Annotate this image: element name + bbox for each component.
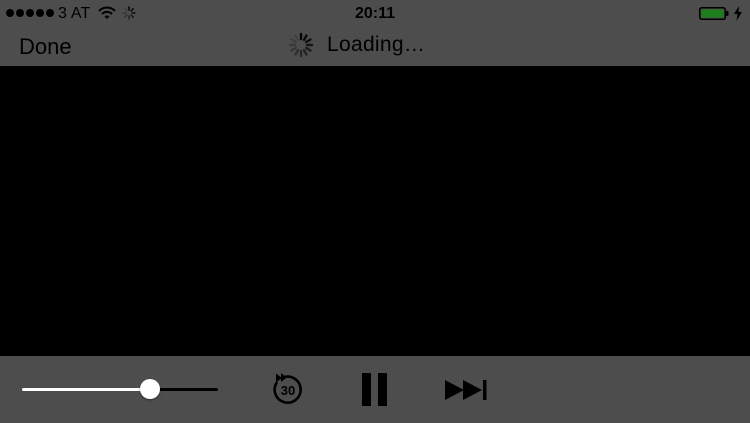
battery-icon: [699, 7, 729, 20]
video-area[interactable]: [0, 66, 750, 356]
loading-indicator: Loading…: [288, 30, 425, 60]
done-button[interactable]: Done: [19, 34, 72, 60]
next-track-button[interactable]: [444, 378, 490, 402]
top-bar: 3 AT 20:11 Done Loading…: [0, 0, 750, 66]
skip-back-button[interactable]: 30: [270, 372, 306, 408]
pause-button[interactable]: [361, 373, 389, 407]
charging-bolt-icon: [734, 6, 742, 21]
volume-thumb[interactable]: [139, 379, 160, 399]
pause-icon: [362, 373, 371, 406]
next-track-icon: [445, 380, 487, 400]
volume-slider[interactable]: [22, 377, 218, 401]
status-time: 20:11: [354, 5, 396, 22]
playback-controls: 30: [0, 356, 750, 423]
status-bar: 3 AT 20:11: [0, 0, 750, 28]
navigation-bar: Done Loading…: [0, 28, 750, 66]
loading-label: Loading…: [327, 33, 426, 56]
volume-track-filled: [22, 388, 150, 391]
volume-track-empty: [149, 388, 218, 391]
skip-back-seconds: 30: [280, 383, 296, 398]
loading-spinner-icon: [288, 32, 314, 58]
